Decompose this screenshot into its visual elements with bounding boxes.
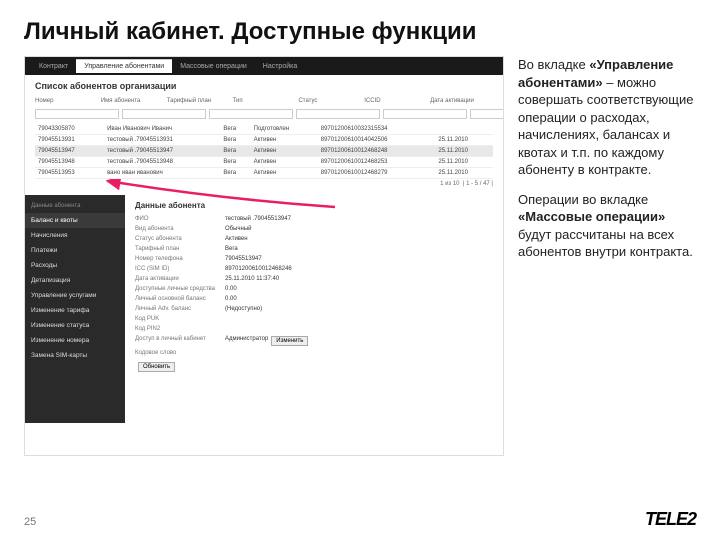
sidebar-item-status[interactable]: Изменение статуса (25, 318, 125, 333)
filter-status-input[interactable] (383, 109, 467, 119)
sidebar-item-payments[interactable]: Платежи (25, 243, 125, 258)
filter-plan-input[interactable] (209, 109, 293, 119)
details-title: Данные абонента (135, 201, 493, 210)
table-row-selected[interactable]: 79045513947тестовый .79045513947ВегаАкти… (35, 146, 493, 157)
tab-settings[interactable]: Настройка (255, 60, 305, 73)
sidebar-item-detail[interactable]: Детализация (25, 273, 125, 288)
filter-headers: НомерИмя абонентаТарифный планТипСтатусI… (25, 95, 503, 107)
tab-mass-ops[interactable]: Массовые операции (172, 60, 255, 73)
app-screenshot: Контракт Управление абонентами Массовые … (24, 56, 504, 456)
sidebar-item-balance[interactable]: Баланс и квоты (25, 213, 125, 228)
page-title: Личный кабинет. Доступные функции (24, 18, 696, 46)
sidebar-header: Данные абонента (25, 201, 125, 213)
filter-number-input[interactable] (35, 109, 119, 119)
filter-name-input[interactable] (122, 109, 206, 119)
top-tabs: Контракт Управление абонентами Массовые … (25, 57, 503, 75)
pager-range: | 1 - 5 / 47 | (463, 181, 493, 187)
explanation-text: Во вкладке «Управление абонентами» – мож… (518, 56, 696, 456)
tele2-logo: TELE2 (645, 509, 696, 530)
filter-iccid-input[interactable] (470, 109, 504, 119)
subscriber-details: Данные абонента ФИОтестовый .79045513947… (125, 195, 503, 423)
sidebar-item-tariff[interactable]: Изменение тарифа (25, 303, 125, 318)
change-button[interactable]: Изменить (271, 336, 308, 346)
list-title: Список абонентов организации (25, 75, 503, 95)
sidebar-item-charges[interactable]: Начисления (25, 228, 125, 243)
page-number: 25 (24, 516, 36, 528)
update-button[interactable]: Обновить (138, 362, 175, 372)
subscribers-table: 79043305870Иван Иванович ИваничВегаПодго… (35, 124, 493, 179)
tab-contract[interactable]: Контракт (31, 60, 76, 73)
filter-type-input[interactable] (296, 109, 380, 119)
table-row[interactable]: 79045513948тестовый .79045513948ВегаАкти… (35, 157, 493, 168)
sidebar-item-services[interactable]: Управление услугами (25, 288, 125, 303)
sidebar-item-number[interactable]: Изменение номера (25, 333, 125, 348)
sidebar-item-expenses[interactable]: Расходы (25, 258, 125, 273)
pager-info: 1 из 10 (440, 181, 459, 187)
details-sidebar: Данные абонента Баланс и квоты Начислени… (25, 195, 125, 423)
table-row[interactable]: 79045513953вано иван ивановичВегаАктивен… (35, 168, 493, 179)
sidebar-item-sim[interactable]: Замена SIM-карты (25, 348, 125, 363)
table-row[interactable]: 79045513931тестовый .79045513931ВегаАкти… (35, 135, 493, 146)
table-row[interactable]: 79043305870Иван Иванович ИваничВегаПодго… (35, 124, 493, 135)
tab-subscribers[interactable]: Управление абонентами (76, 59, 172, 73)
